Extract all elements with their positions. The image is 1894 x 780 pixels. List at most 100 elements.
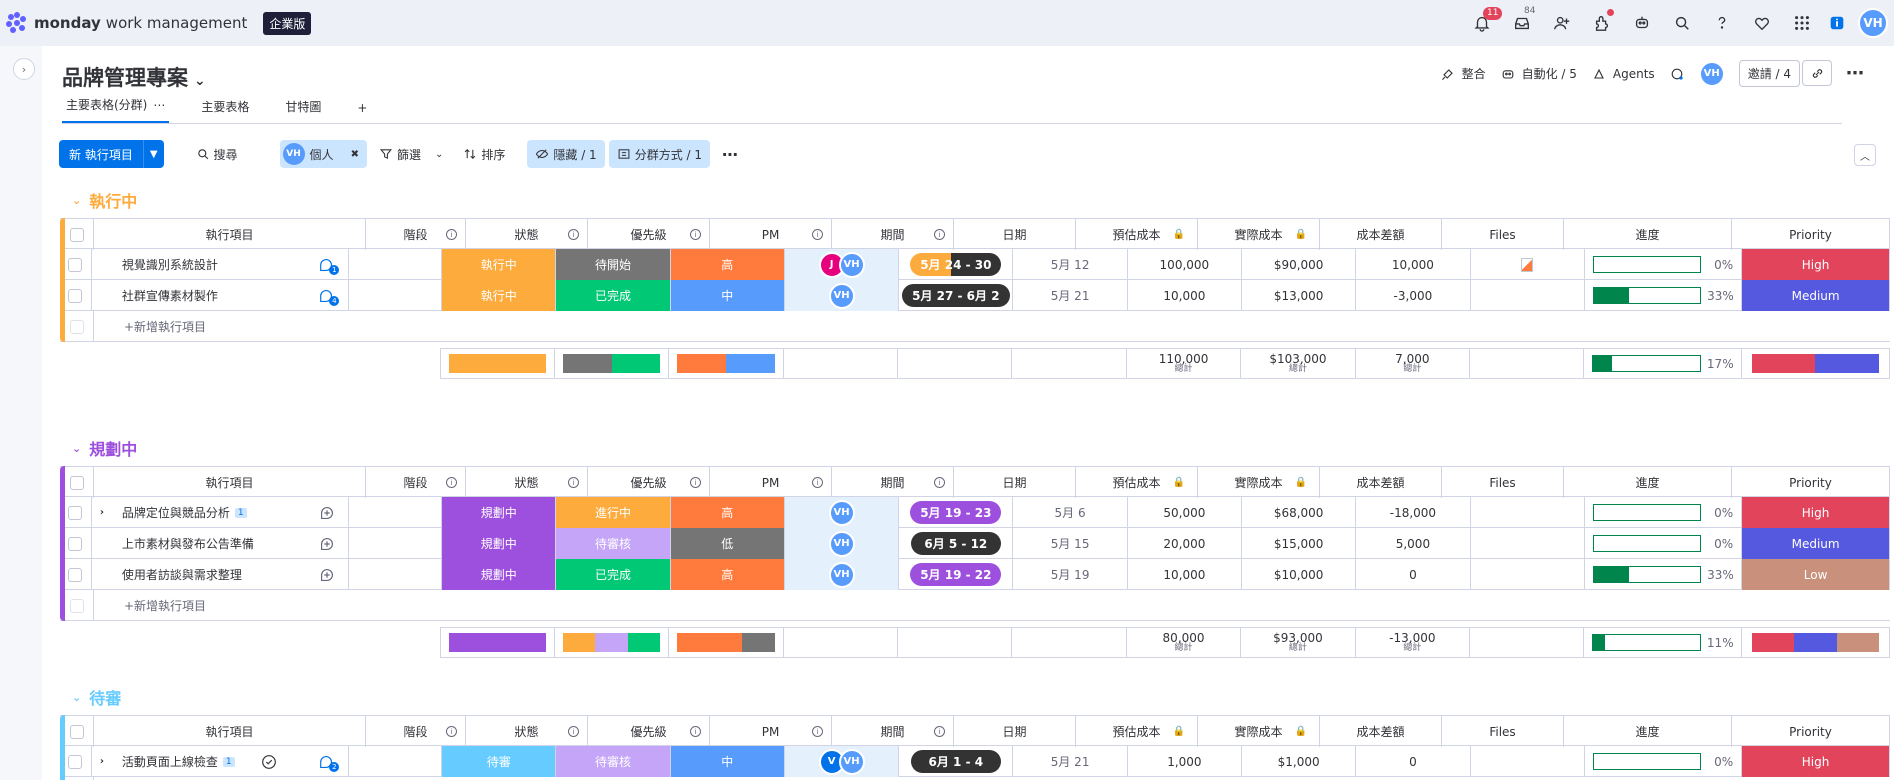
priority-cell[interactable]: 中 bbox=[670, 280, 785, 311]
group-by-button[interactable]: 分群方式 / 1 bbox=[608, 140, 710, 168]
item-name-cell[interactable]: › 品牌定位與競品分析 1 bbox=[92, 497, 349, 528]
priority-cell[interactable]: 高 bbox=[670, 497, 785, 528]
table-row[interactable]: › 品牌定位與競品分析 1 規劃中 進行中高 VH 5月 19 - 23 5月 6 50,000… bbox=[60, 497, 1891, 528]
column-info-icon[interactable]: i bbox=[934, 477, 945, 488]
status-cell[interactable]: 已完成 bbox=[556, 280, 671, 311]
select-all-checkbox[interactable] bbox=[60, 467, 94, 498]
stage-cell[interactable]: 規劃中 bbox=[442, 497, 557, 528]
period-cell[interactable]: 5月 19 - 22 bbox=[899, 559, 1014, 590]
stage-summary-bar[interactable] bbox=[449, 633, 547, 652]
status-cell[interactable]: 已完成 bbox=[556, 559, 671, 590]
column-header[interactable]: 階段 i bbox=[366, 716, 466, 747]
column-header[interactable]: 期間 i bbox=[832, 467, 954, 498]
add-update-chat-icon[interactable] bbox=[318, 504, 336, 522]
subitem-count-badge[interactable]: 1 bbox=[234, 507, 247, 518]
board-owner-avatar[interactable]: VH bbox=[1698, 60, 1725, 87]
help-icon[interactable] bbox=[1702, 0, 1742, 46]
priority-cell[interactable]: 高 bbox=[670, 559, 785, 590]
updates-chat-icon[interactable]: 2 bbox=[318, 753, 340, 772]
status-summary-bar[interactable] bbox=[562, 633, 661, 652]
column-header[interactable]: 期間 i bbox=[832, 716, 954, 747]
column-header[interactable]: 狀態 i bbox=[466, 219, 588, 250]
column-info-icon[interactable]: i bbox=[812, 229, 823, 240]
table-row[interactable]: 上市素材與發布公告準備 規劃中 待審核低 VH 6月 5 - 12 5月 15 20,000… bbox=[60, 528, 1891, 559]
group-title[interactable]: ⌄ 待審 bbox=[72, 685, 121, 709]
more-menu-icon[interactable]: ⋯ bbox=[1846, 63, 1864, 84]
priority-label-cell[interactable]: High bbox=[1742, 249, 1891, 280]
pm-avatar[interactable]: VH bbox=[838, 251, 865, 278]
check-circle-icon[interactable] bbox=[260, 753, 278, 771]
new-item-button[interactable]: 新 執行項目 ▼ bbox=[59, 140, 164, 168]
column-header[interactable]: 執行項目 bbox=[94, 219, 366, 250]
priority-summary-bar[interactable] bbox=[677, 354, 775, 373]
stage-cell[interactable]: 執行中 bbox=[442, 280, 557, 311]
estimated-cost-cell[interactable]: 50,000 bbox=[1128, 497, 1242, 528]
tab-options-icon[interactable]: ⋯ bbox=[153, 98, 165, 112]
search-button[interactable]: 搜尋 bbox=[188, 140, 246, 168]
column-header[interactable]: PM i bbox=[710, 467, 832, 498]
item-name-cell[interactable]: 上市素材與發布公告準備 bbox=[92, 528, 349, 559]
stage-cell[interactable]: 執行中 bbox=[442, 249, 557, 280]
filter-button[interactable]: 篩選 ⌄ bbox=[371, 140, 451, 168]
invite-members-icon[interactable] bbox=[1542, 0, 1582, 46]
column-info-icon[interactable]: i bbox=[446, 229, 457, 240]
column-info-icon[interactable]: i bbox=[568, 477, 579, 488]
apps-marketplace-icon[interactable] bbox=[1582, 0, 1622, 46]
select-all-checkbox[interactable] bbox=[60, 219, 94, 250]
actual-cost-cell[interactable]: $10,000 bbox=[1242, 559, 1357, 590]
files-cell[interactable] bbox=[1471, 280, 1585, 311]
priority-label-cell[interactable]: Medium bbox=[1742, 280, 1891, 311]
column-header[interactable]: 預估成本 🔒 bbox=[1076, 219, 1198, 250]
column-header[interactable]: 狀態 i bbox=[466, 467, 588, 498]
column-info-icon[interactable]: i bbox=[568, 229, 579, 240]
column-header[interactable]: Priority bbox=[1732, 467, 1890, 498]
column-header[interactable]: 階段 i bbox=[366, 219, 466, 250]
tab-main[interactable]: 主要表格 bbox=[197, 98, 253, 123]
item-name-cell[interactable]: 社群宣傳素材製作 4 bbox=[92, 280, 349, 311]
item-name-cell[interactable]: 視覺識別系統設計 1 bbox=[92, 249, 349, 280]
column-header[interactable]: Files bbox=[1442, 219, 1564, 250]
estimated-cost-cell[interactable]: 100,000 bbox=[1128, 249, 1242, 280]
person-filter-chip[interactable]: VH 個人 ✖ bbox=[279, 140, 367, 168]
files-cell[interactable] bbox=[1471, 746, 1585, 777]
item-name[interactable]: 上市素材與發布公告準備 bbox=[122, 535, 254, 552]
table-row[interactable]: 視覺識別系統設計 1 執行中 待開始高 J VH 5月 24 - 30 5月 12 100,00… bbox=[60, 249, 1891, 280]
date-cell[interactable]: 5月 6 bbox=[1013, 497, 1128, 528]
subitem-count-badge[interactable]: 1 bbox=[222, 756, 235, 767]
actual-cost-cell[interactable]: $13,000 bbox=[1242, 280, 1357, 311]
updates-chat-icon[interactable]: 1 bbox=[318, 256, 340, 275]
period-cell[interactable]: 5月 27 - 6月 2 bbox=[899, 280, 1014, 311]
item-name[interactable]: 品牌定位與競品分析 bbox=[122, 504, 230, 521]
board-title[interactable]: 品牌管理專案 ⌄ bbox=[62, 62, 206, 92]
tab-main-grouped[interactable]: 主要表格(分群) ⋯ bbox=[62, 96, 170, 123]
column-info-icon[interactable]: i bbox=[690, 726, 701, 737]
automate-button[interactable]: 自動化 / 5 bbox=[1500, 65, 1577, 82]
column-header[interactable]: 成本差額 bbox=[1320, 219, 1442, 250]
group-title[interactable]: ⌄ 規劃中 bbox=[72, 436, 137, 460]
column-info-icon[interactable]: i bbox=[934, 726, 945, 737]
period-cell[interactable]: 5月 19 - 23 bbox=[899, 497, 1014, 528]
column-header[interactable]: 日期 bbox=[954, 219, 1076, 250]
column-header[interactable]: 執行項目 bbox=[94, 716, 366, 747]
column-header[interactable]: 進度 bbox=[1564, 716, 1732, 747]
column-header[interactable]: 期間 i bbox=[832, 219, 954, 250]
column-header[interactable]: 優先級 i bbox=[588, 467, 710, 498]
files-cell[interactable] bbox=[1471, 497, 1585, 528]
column-header[interactable]: 進度 bbox=[1564, 467, 1732, 498]
expand-subitems-chevron-icon[interactable]: › bbox=[100, 756, 104, 767]
files-cell[interactable] bbox=[1471, 528, 1585, 559]
period-cell[interactable]: 6月 5 - 12 bbox=[899, 528, 1014, 559]
actual-cost-cell[interactable]: $68,000 bbox=[1242, 497, 1357, 528]
pm-avatar[interactable]: VH bbox=[828, 561, 855, 588]
copy-link-icon[interactable] bbox=[1802, 60, 1832, 86]
actual-cost-cell[interactable]: $1,000 bbox=[1242, 746, 1357, 777]
chevron-down-icon[interactable]: ⌄ bbox=[72, 194, 81, 207]
column-header[interactable]: 實際成本 🔒 bbox=[1198, 716, 1320, 747]
date-cell[interactable]: 5月 19 bbox=[1013, 559, 1128, 590]
pm-avatar[interactable]: VH bbox=[828, 530, 855, 557]
add-item-input[interactable]: +新增執行項目 bbox=[94, 311, 1890, 342]
column-header[interactable]: 預估成本 🔒 bbox=[1076, 467, 1198, 498]
priority-cell[interactable]: 高 bbox=[670, 249, 785, 280]
chevron-down-icon[interactable]: ⌄ bbox=[72, 691, 81, 704]
column-info-icon[interactable]: i bbox=[812, 477, 823, 488]
